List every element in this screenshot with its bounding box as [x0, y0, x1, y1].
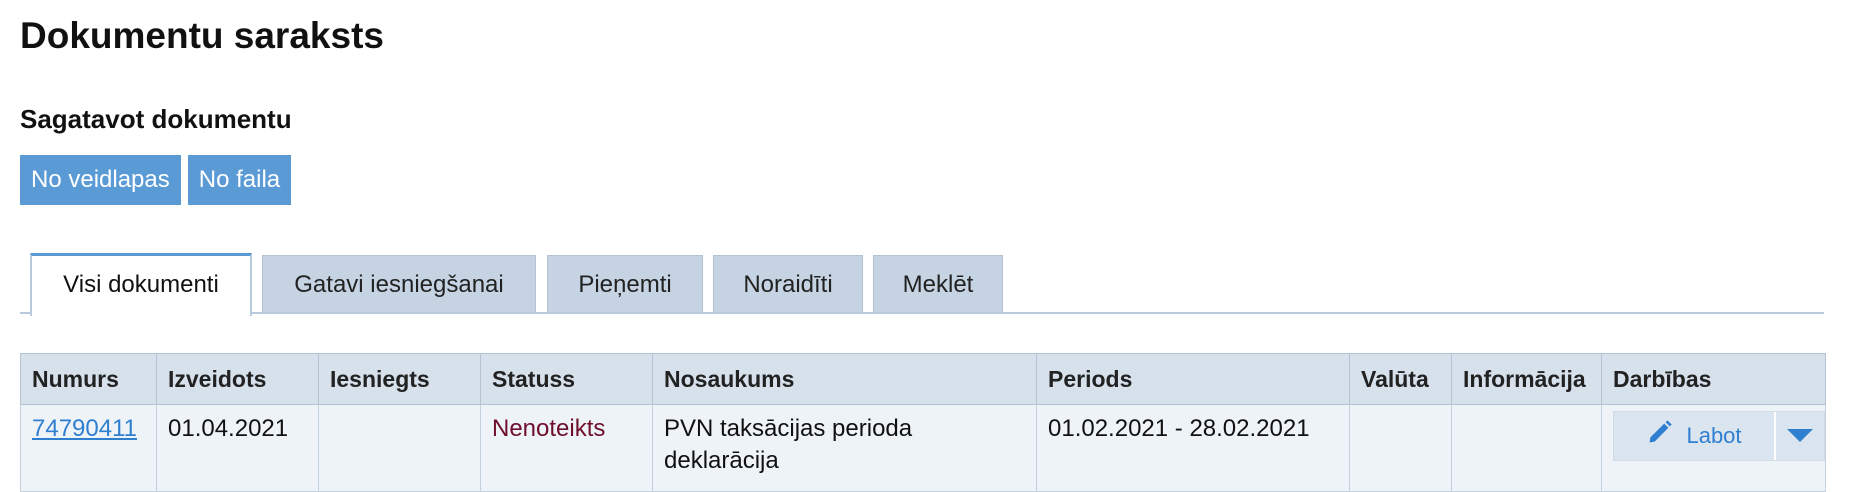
column-header-info[interactable]: Informācija	[1451, 353, 1602, 405]
column-header-name[interactable]: Nosaukums	[652, 353, 1037, 405]
tab-all-documents[interactable]: Visi dokumenti	[30, 253, 252, 316]
column-header-created[interactable]: Izveidots	[156, 353, 319, 405]
tab-ready-to-submit[interactable]: Gatavi iesniegšanai	[262, 255, 536, 312]
row-action-group: Labot	[1613, 411, 1825, 461]
create-document-title: Sagatavot dokumentu	[20, 104, 292, 134]
document-tabs: Visi dokumenti Gatavi iesniegšanai Pieņe…	[20, 253, 1824, 316]
column-header-number[interactable]: Numurs	[20, 353, 157, 405]
edit-button-label: Labot	[1686, 423, 1742, 448]
table-header-row: Numurs Izveidots Iesniegts Statuss Nosau…	[20, 353, 1826, 405]
cell-name: PVN taksācijas perioda deklarācija	[652, 404, 1037, 492]
cell-info	[1451, 404, 1602, 492]
cell-currency	[1349, 404, 1452, 492]
documents-table-wrapper: Numurs Izveidots Iesniegts Statuss Nosau…	[20, 353, 1826, 492]
page-title: Dokumentu saraksts	[20, 15, 384, 56]
from-file-button[interactable]: No faila	[187, 155, 292, 205]
cell-submitted	[318, 404, 481, 492]
from-template-button[interactable]: No veidlapas	[20, 155, 181, 205]
actions-dropdown-button[interactable]	[1776, 412, 1824, 460]
cell-actions: Labot	[1601, 404, 1826, 492]
document-list-page: Dokumentu saraksts Sagatavot dokumentu N…	[0, 0, 1854, 492]
column-header-submitted[interactable]: Iesniegts	[318, 353, 481, 405]
table-row: 74790411 01.04.2021 Nenoteikts PVN taksā…	[20, 404, 1826, 492]
cell-period: 01.02.2021 - 28.02.2021	[1036, 404, 1350, 492]
document-number-link[interactable]: 74790411	[32, 415, 137, 442]
column-header-currency[interactable]: Valūta	[1349, 353, 1452, 405]
cell-number: 74790411	[20, 404, 157, 492]
create-document-buttons: No veidlapas No faila	[20, 155, 292, 205]
tab-rejected[interactable]: Noraidīti	[713, 255, 863, 312]
status-text: Nenoteikts	[492, 415, 606, 442]
cell-status: Nenoteikts	[480, 404, 653, 492]
caret-down-icon	[1786, 420, 1814, 452]
tab-accepted[interactable]: Pieņemti	[547, 255, 703, 312]
edit-button[interactable]: Labot	[1614, 412, 1776, 460]
documents-table: Numurs Izveidots Iesniegts Statuss Nosau…	[20, 353, 1826, 492]
pencil-icon	[1646, 418, 1674, 455]
column-header-actions: Darbības	[1601, 353, 1826, 405]
tab-search[interactable]: Meklēt	[873, 255, 1003, 312]
column-header-period[interactable]: Periods	[1036, 353, 1350, 405]
cell-created: 01.04.2021	[156, 404, 319, 492]
column-header-status[interactable]: Statuss	[480, 353, 653, 405]
